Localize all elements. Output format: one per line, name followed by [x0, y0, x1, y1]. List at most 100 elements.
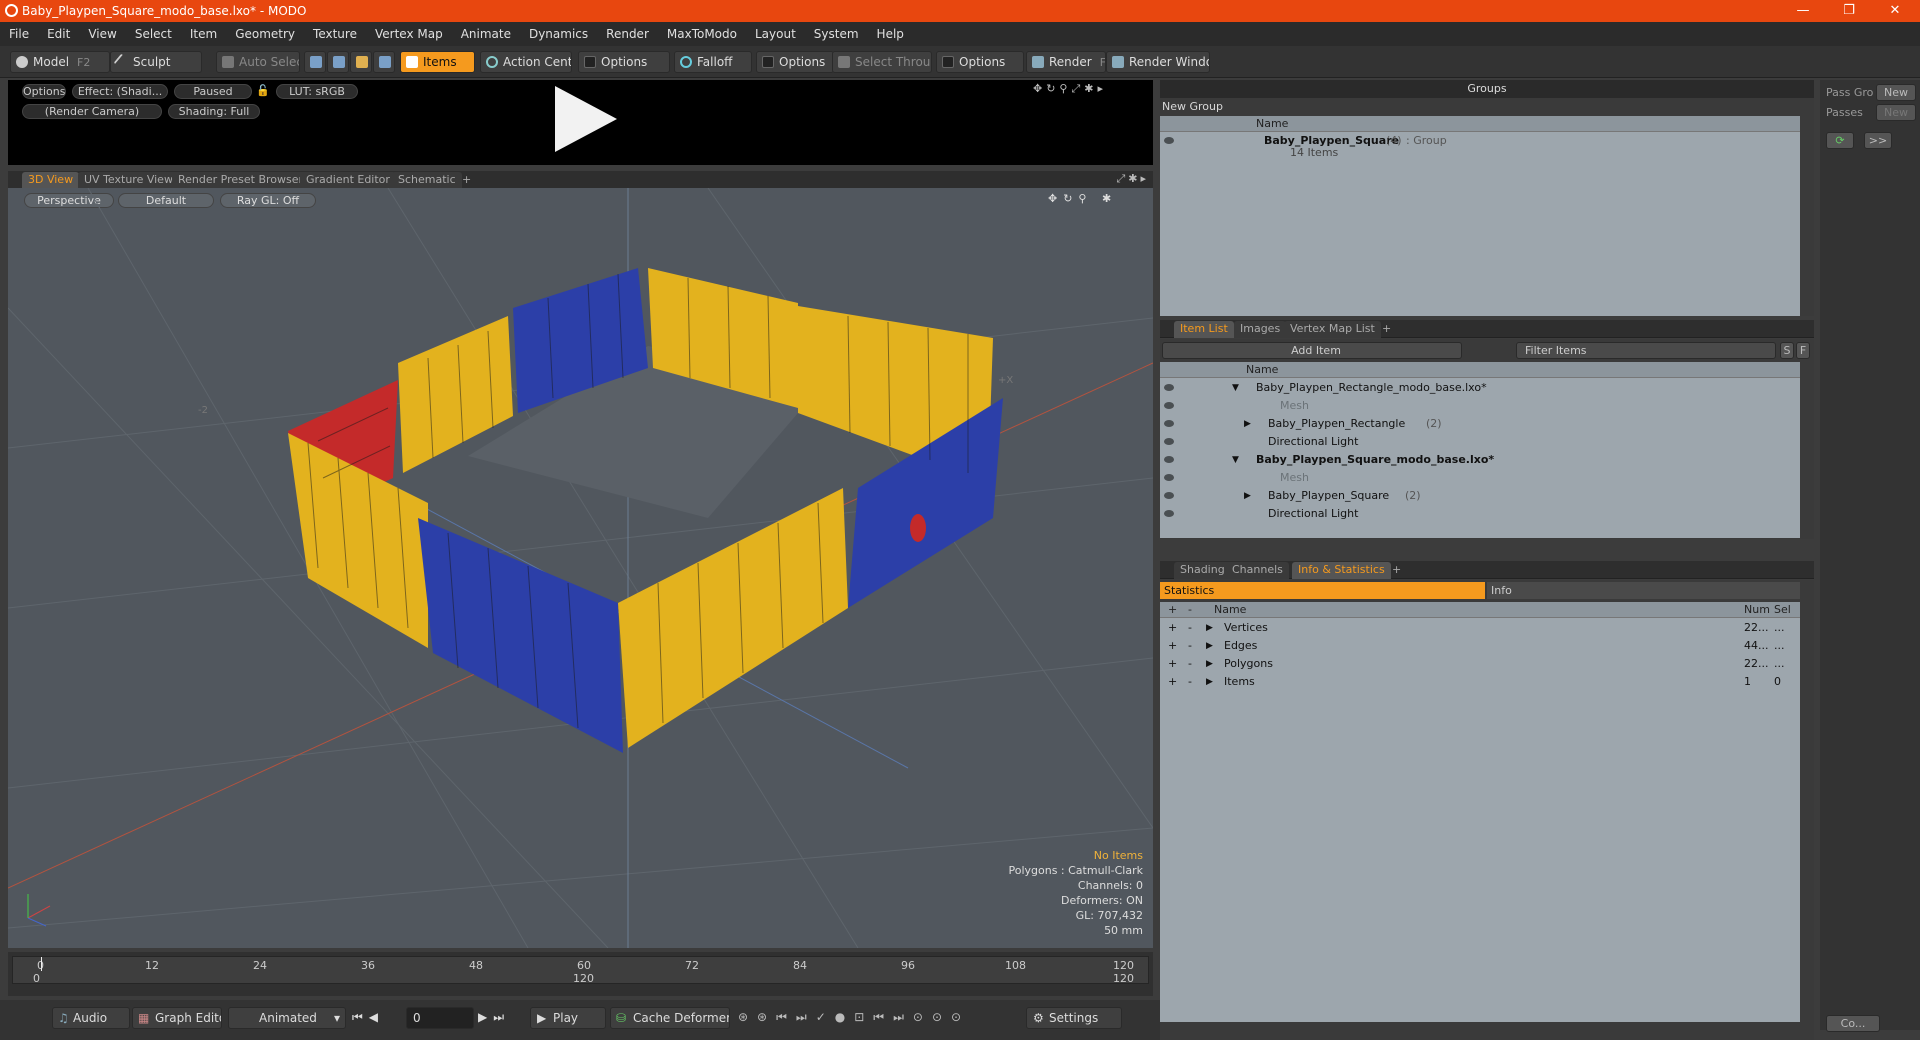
tab-schematic[interactable]: Schematic [392, 172, 462, 189]
info-tab[interactable]: Info [1487, 582, 1800, 599]
tab-vertex-map-list[interactable]: Vertex Map List [1284, 321, 1381, 338]
plus-icon[interactable]: + [1168, 673, 1177, 691]
action-center-button[interactable]: Action Center [480, 51, 572, 73]
visibility-eye-icon[interactable] [1164, 402, 1174, 409]
filter-s-button[interactable]: S [1780, 342, 1794, 359]
expand-down-icon[interactable]: ▼ [1232, 451, 1239, 469]
vertex-mode-button[interactable] [304, 51, 326, 73]
menu-select[interactable]: Select [126, 27, 181, 41]
graph-editor-button[interactable]: ▦Graph Editor [132, 1007, 222, 1029]
sculpt-button[interactable]: Sculpt [110, 51, 202, 73]
viewport-3d[interactable]: Perspective Default Ray GL: Off ✥↻⚲ ✱ -2… [8, 188, 1153, 948]
menu-animate[interactable]: Animate [452, 27, 520, 41]
timeline[interactable]: 0 12 24 36 48 60 72 84 96 108 120 0 120 … [8, 952, 1153, 996]
menu-maxtomodo[interactable]: MaxToModo [658, 27, 746, 41]
tab-info-statistics[interactable]: Info & Statistics [1292, 562, 1391, 579]
model-button[interactable]: Model F2 [10, 51, 110, 73]
pass-group-new-button[interactable]: New [1876, 84, 1916, 101]
tab-images[interactable]: Images [1234, 321, 1287, 338]
menu-texture[interactable]: Texture [304, 27, 366, 41]
visibility-eye-icon[interactable] [1164, 438, 1174, 445]
preview-lut-dropdown[interactable]: LUT: sRGB [276, 84, 358, 99]
visibility-eye-icon[interactable] [1164, 137, 1174, 144]
render-button[interactable]: RenderF9 [1026, 51, 1106, 73]
material-mode-button[interactable] [373, 51, 395, 73]
group-row[interactable]: Baby_Playpen_Square (4) : Group 14 Items [1160, 132, 1800, 162]
item-row[interactable]: ▼ Baby_Playpen_Square_modo_base.lxo* [1160, 451, 1800, 469]
item-row[interactable]: Directional Light [1160, 433, 1800, 451]
plus-icon[interactable]: + [1168, 655, 1177, 673]
menu-render[interactable]: Render [597, 27, 658, 41]
preview-nav-icons[interactable]: ✥↻⚲⤢✱▸ [1033, 82, 1107, 96]
tab-3d-view[interactable]: 3D View [22, 172, 80, 189]
tab-shading[interactable]: Shading [1174, 562, 1231, 579]
menu-layout[interactable]: Layout [746, 27, 805, 41]
menu-edit[interactable]: Edit [38, 27, 79, 41]
visibility-eye-icon[interactable] [1164, 492, 1174, 499]
tab-item-list[interactable]: Item List [1174, 321, 1234, 338]
frame-field[interactable]: 0 [406, 1007, 474, 1029]
passes-new-button[interactable]: New [1876, 104, 1916, 121]
preview-options-button[interactable]: Options [22, 84, 66, 99]
edge-mode-button[interactable] [327, 51, 349, 73]
refresh-icon[interactable]: ⟳ [1826, 132, 1854, 149]
statistics-row[interactable]: + - ▶ Edges 44...... [1160, 637, 1800, 655]
menu-help[interactable]: Help [868, 27, 913, 41]
minus-icon[interactable]: - [1188, 655, 1192, 673]
tab-render-preset-browser[interactable]: Render Preset Browser [172, 172, 310, 189]
item-row[interactable]: Mesh [1160, 397, 1800, 415]
expand-button[interactable]: >> [1864, 132, 1892, 149]
item-row[interactable]: ▶ Baby_Playpen_Rectangle (2) [1160, 415, 1800, 433]
preview-paused-button[interactable]: Paused [174, 84, 252, 99]
preview-camera-dropdown[interactable]: (Render Camera) [22, 104, 162, 119]
menu-view[interactable]: View [79, 27, 125, 41]
add-item-dropdown[interactable]: Add Item [1162, 342, 1462, 359]
tab-channels[interactable]: Channels [1226, 562, 1289, 579]
tab-uv-texture-view[interactable]: UV Texture View [78, 172, 179, 189]
expand-right-icon[interactable]: ▶ [1206, 637, 1213, 655]
statistics-row[interactable]: + - ▶ Vertices 22...... [1160, 619, 1800, 637]
expand-right-icon[interactable]: ▶ [1244, 487, 1251, 505]
falloff-options-button[interactable]: Options [756, 51, 834, 73]
cache-deformers-button[interactable]: ⛁ Cache Deformers [610, 1007, 730, 1029]
expand-right-icon[interactable]: ▶ [1206, 619, 1213, 637]
animated-dropdown[interactable]: Animated ▾ [228, 1007, 346, 1029]
polygon-mode-button[interactable] [350, 51, 372, 73]
expand-right-icon[interactable]: ▶ [1206, 655, 1213, 673]
lock-icon[interactable]: 🔓 [256, 84, 270, 97]
item-row[interactable]: Directional Light [1160, 505, 1800, 523]
item-row[interactable]: ▶ Baby_Playpen_Square (2) [1160, 487, 1800, 505]
add-tab-button[interactable]: + [1386, 562, 1407, 579]
plus-icon[interactable]: + [1168, 637, 1177, 655]
tab-gradient-editor[interactable]: Gradient Editor [300, 172, 396, 189]
minus-icon[interactable]: - [1188, 619, 1192, 637]
add-tab-button[interactable]: + [456, 172, 477, 189]
key-tool-icons[interactable]: ⊛⊛⏮⏭✓●⊡⏮⏭⊙⊙⊙ [738, 1007, 1028, 1029]
menu-system[interactable]: System [805, 27, 868, 41]
playhead[interactable] [41, 957, 42, 971]
statistics-row[interactable]: + - ▶ Polygons 22...... [1160, 655, 1800, 673]
item-row[interactable]: ▼ Baby_Playpen_Rectangle_modo_base.lxo* [1160, 379, 1800, 397]
visibility-eye-icon[interactable] [1164, 474, 1174, 481]
preview-shading-dropdown[interactable]: Shading: Full [168, 104, 260, 119]
add-tab-button[interactable]: + [1376, 321, 1397, 338]
items-mode-button[interactable]: Items [400, 51, 475, 73]
item-row[interactable]: Mesh [1160, 469, 1800, 487]
transport-prev-buttons[interactable]: ⏮◀ [352, 1007, 406, 1029]
expand-right-icon[interactable]: ▶ [1244, 415, 1251, 433]
transport-next-buttons[interactable]: ▶⏭ [478, 1007, 528, 1029]
visibility-eye-icon[interactable] [1164, 456, 1174, 463]
render-window-button[interactable]: Render Window [1106, 51, 1210, 73]
preview-effect-dropdown[interactable]: Effect: (Shadi... [72, 84, 168, 99]
falloff-button[interactable]: Falloff [674, 51, 752, 73]
action-center-options-button[interactable]: Options [578, 51, 670, 73]
statistics-row[interactable]: + - ▶ Items 1 0 [1160, 673, 1800, 691]
select-through-button[interactable]: Select Through [832, 51, 932, 73]
minus-icon[interactable]: - [1188, 673, 1192, 691]
viewport-tab-icons[interactable]: ⤢✱▸ [1116, 172, 1149, 186]
menu-item[interactable]: Item [181, 27, 226, 41]
visibility-eye-icon[interactable] [1164, 384, 1174, 391]
menu-vertex-map[interactable]: Vertex Map [366, 27, 452, 41]
statistics-tab[interactable]: Statistics [1160, 582, 1485, 599]
visibility-eye-icon[interactable] [1164, 420, 1174, 427]
